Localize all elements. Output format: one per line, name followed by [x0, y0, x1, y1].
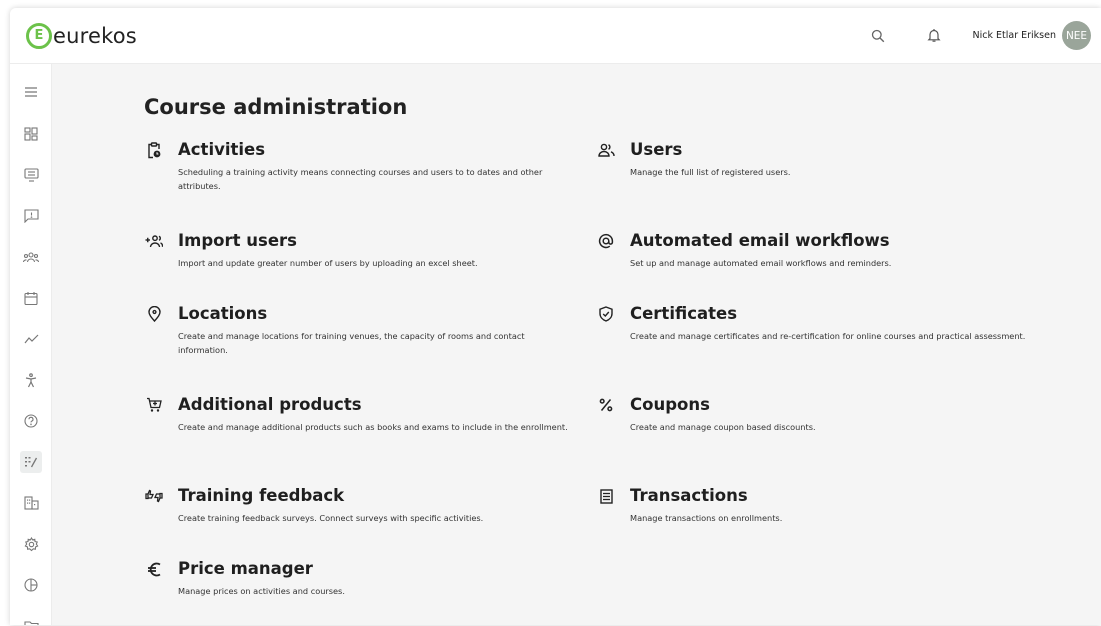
card-import-users[interactable]: Import users Import and update greater n… [144, 231, 584, 271]
card-description: Set up and manage automated email workfl… [630, 258, 892, 268]
top-bar: E eurekos Nick Etlar Eriksen NEE [10, 8, 1101, 64]
card-coupons[interactable]: Coupons Create and manage coupon based d… [596, 395, 1046, 435]
users-icon [596, 140, 616, 160]
thumbs-icon [144, 486, 164, 506]
card-title: Activities [178, 140, 266, 159]
card-description: Create and manage locations for training… [178, 331, 525, 355]
card-title: Transactions [630, 486, 748, 505]
card-title: Training feedback [178, 486, 345, 505]
cart-icon [144, 395, 164, 415]
card-additional-products[interactable]: Additional products Create and manage ad… [144, 395, 584, 450]
search-icon[interactable] [867, 25, 889, 47]
card-certificates[interactable]: Certificates Create and manage certifica… [596, 304, 1046, 359]
card-users[interactable]: Users Manage the full list of registered… [596, 140, 1046, 190]
logo-mark-icon: E [26, 22, 52, 49]
calendar-icon[interactable] [20, 287, 42, 309]
card-title: Users [630, 140, 683, 159]
avatar[interactable]: NEE [1062, 21, 1091, 50]
card-title: Coupons [630, 395, 710, 414]
groups-icon[interactable] [20, 246, 42, 268]
card-activities[interactable]: Activities Scheduling a training activit… [144, 140, 584, 191]
at-sign-icon [596, 231, 616, 251]
card-description: Create and manage coupon based discounts… [630, 422, 816, 432]
card-description: Scheduling a training activity means con… [178, 167, 543, 191]
analytics-icon[interactable] [20, 328, 42, 350]
training-icon[interactable] [20, 369, 42, 391]
reports-icon[interactable] [20, 574, 42, 596]
percent-icon [596, 395, 616, 415]
card-title: Import users [178, 231, 297, 250]
location-pin-icon [144, 304, 164, 324]
feedback-icon[interactable] [20, 205, 42, 227]
card-description: Create training feedback surveys. Connec… [178, 513, 484, 523]
card-locations[interactable]: Locations Create and manage locations fo… [144, 304, 584, 359]
main-content: Course administration Activities Schedul… [52, 64, 1101, 625]
card-title: Additional products [178, 395, 362, 414]
menu-icon[interactable] [20, 81, 42, 103]
card-title: Price manager [178, 559, 313, 578]
sidebar [10, 64, 52, 625]
card-title: Automated email workflows [630, 231, 890, 250]
page-title: Course administration [144, 95, 408, 119]
organization-icon[interactable] [20, 492, 42, 514]
receipt-icon [596, 486, 616, 506]
settings-icon[interactable] [20, 533, 42, 555]
card-description: Manage transactions on enrollments. [630, 513, 783, 523]
course-admin-icon[interactable] [20, 451, 42, 473]
add-users-icon [144, 231, 164, 251]
card-description: Manage the full list of registered users… [630, 167, 791, 177]
card-price-manager[interactable]: Price manager Manage prices on activitie… [144, 559, 584, 599]
card-automated-email-workflows[interactable]: Automated email workflows Set up and man… [596, 231, 1046, 271]
help-icon[interactable] [20, 410, 42, 432]
card-training-feedback[interactable]: Training feedback Create training feedba… [144, 486, 584, 526]
dashboard-icon[interactable] [20, 123, 42, 145]
shield-check-icon [596, 304, 616, 324]
clipboard-clock-icon [144, 140, 164, 160]
logo[interactable]: E eurekos [26, 22, 137, 49]
notification-bell-icon[interactable] [923, 25, 945, 47]
logo-text: eurekos [53, 23, 137, 48]
courses-icon[interactable] [20, 164, 42, 186]
card-description: Create and manage certificates and re-ce… [630, 331, 1026, 341]
card-transactions[interactable]: Transactions Manage transactions on enro… [596, 486, 1046, 526]
app-window: E eurekos Nick Etlar Eriksen NEE Course … [10, 8, 1101, 625]
user-name[interactable]: Nick Etlar Eriksen [973, 30, 1056, 41]
card-title: Locations [178, 304, 268, 323]
folder-icon[interactable] [20, 615, 42, 625]
card-description: Create and manage additional products su… [178, 422, 568, 432]
card-description: Manage prices on activities and courses. [178, 586, 345, 596]
card-description: Import and update greater number of user… [178, 258, 478, 268]
euro-icon [144, 559, 164, 579]
card-title: Certificates [630, 304, 738, 323]
